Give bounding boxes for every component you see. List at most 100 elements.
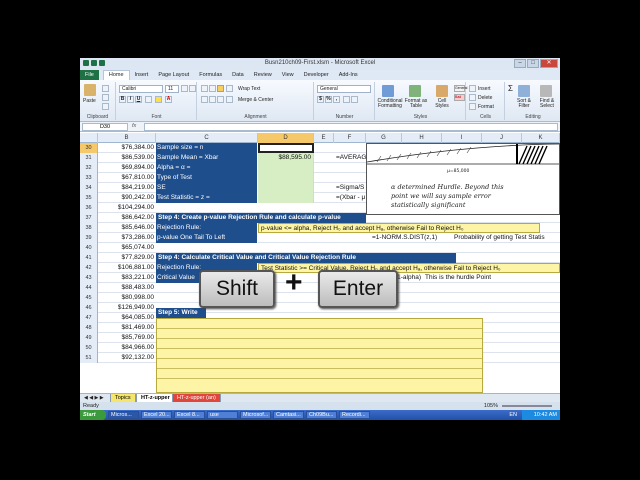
row-header[interactable]: 48	[80, 323, 98, 333]
data-value-cell[interactable]: $85,769.00	[98, 333, 156, 343]
worksheet-grid[interactable]: B C D E F G H I J K 30 $76,384.00 Sample…	[80, 133, 560, 393]
row-header[interactable]: 36	[80, 203, 98, 213]
label-cell[interactable]: Alpha = α =	[156, 163, 258, 173]
label-cell[interactable]: Sample Mean = Xbar	[156, 153, 258, 163]
row-header[interactable]: 37	[80, 213, 98, 223]
data-value-cell[interactable]: $92,132.00	[98, 353, 156, 363]
tab-developer[interactable]: Developer	[299, 72, 334, 78]
row-header[interactable]: 40	[80, 243, 98, 253]
data-value-cell[interactable]: $104,294.00	[98, 203, 156, 213]
formula-note[interactable]: =(Xbar - μ	[336, 193, 365, 203]
italic-icon[interactable]: I	[127, 96, 134, 103]
decrease-decimal-icon[interactable]	[351, 96, 358, 103]
tab-add-ins[interactable]: Add-Ins	[334, 72, 363, 78]
tab-file[interactable]: File	[80, 70, 99, 80]
format-button[interactable]: Format	[478, 104, 494, 110]
orientation-icon[interactable]	[226, 85, 233, 92]
label-cell[interactable]: Type of Test	[156, 173, 258, 183]
row-header[interactable]: 50	[80, 343, 98, 353]
data-value-cell[interactable]: $83,221.00	[98, 273, 156, 283]
row-header[interactable]: 32	[80, 163, 98, 173]
tab-formulas[interactable]: Formulas	[194, 72, 227, 78]
delete-button[interactable]: Delete	[478, 95, 492, 101]
merge-center-button[interactable]: Merge & Center	[238, 97, 273, 103]
find-select-icon[interactable]	[540, 85, 552, 97]
row-header[interactable]: 43	[80, 273, 98, 283]
fill-color-icon[interactable]	[155, 96, 162, 103]
row-header[interactable]: 46	[80, 303, 98, 313]
data-value-cell[interactable]: $76,384.00	[98, 143, 156, 153]
row-header[interactable]: 34	[80, 183, 98, 193]
align-top-icon[interactable]	[201, 85, 208, 92]
column-header-k[interactable]: K	[522, 133, 560, 143]
taskbar-button[interactable]: Ch09Bu...	[306, 411, 337, 419]
sample-mean-cell[interactable]: $88,595.00	[258, 153, 314, 163]
font-name-combo[interactable]: Calibri	[119, 85, 163, 93]
font-color-icon[interactable]: A	[165, 96, 172, 103]
tab-view[interactable]: View	[277, 72, 299, 78]
step5-header[interactable]: Step 5: Write	[156, 308, 206, 318]
autosum-icon[interactable]: Σ	[508, 84, 513, 93]
increase-decimal-icon[interactable]	[343, 96, 350, 103]
label-cell[interactable]: Test Statistic = z =	[156, 193, 258, 203]
se-cell[interactable]	[258, 183, 314, 193]
align-center-icon[interactable]	[209, 96, 216, 103]
column-header-d[interactable]: D	[258, 133, 314, 143]
tab-data[interactable]: Data	[227, 72, 249, 78]
step4-critical-value-header[interactable]: Step 4: Calculate Critical Value and Cri…	[156, 253, 456, 263]
indent-icon[interactable]	[226, 96, 233, 103]
pvalue-label[interactable]: p-value One Tail To Left	[156, 233, 258, 243]
data-value-cell[interactable]: $88,483.00	[98, 283, 156, 293]
data-value-cell[interactable]: $85,646.00	[98, 223, 156, 233]
pvalue-note[interactable]: Probability of getting Test Statis	[454, 233, 545, 243]
column-header-f[interactable]: F	[334, 133, 366, 143]
hand-drawn-normal-curve-image[interactable]: μ=85,000 α determined Hurdle. Beyond thi…	[366, 143, 560, 215]
row-header[interactable]: 33	[80, 173, 98, 183]
row-header[interactable]: 38	[80, 223, 98, 233]
row-header[interactable]: 41	[80, 253, 98, 263]
taskbar-button[interactable]: Recordi...	[339, 411, 370, 419]
pvalue-rejection-rule[interactable]: p-value <= alpha, Reject H₀ and accept H…	[258, 223, 540, 233]
data-value-cell[interactable]: $90,242.00	[98, 193, 156, 203]
column-header-j[interactable]: J	[482, 133, 522, 143]
column-header-i[interactable]: I	[442, 133, 482, 143]
step5-answer-box[interactable]	[156, 318, 483, 393]
formula-note[interactable]: =Sigma/S	[336, 183, 364, 193]
tab-review[interactable]: Review	[249, 72, 277, 78]
data-value-cell[interactable]: $77,829.00	[98, 253, 156, 263]
data-value-cell[interactable]: $126,949.00	[98, 303, 156, 313]
data-value-cell[interactable]: $81,469.00	[98, 323, 156, 333]
format-as-table-icon[interactable]	[409, 85, 421, 97]
bold-icon[interactable]: B	[119, 96, 126, 103]
language-indicator[interactable]: EN	[509, 410, 517, 420]
sort-filter-button[interactable]: Sort & Filter	[514, 99, 534, 109]
row-header[interactable]: 39	[80, 233, 98, 243]
formula-input[interactable]	[144, 123, 558, 131]
data-value-cell[interactable]: $65,074.00	[98, 243, 156, 253]
alpha-cell[interactable]	[258, 163, 314, 173]
taskbar-button[interactable]: Microsof...	[240, 411, 271, 419]
row-header[interactable]: 42	[80, 263, 98, 273]
find-select-button[interactable]: Find & Select	[536, 99, 558, 109]
align-left-icon[interactable]	[201, 96, 208, 103]
cell-styles-icon[interactable]	[436, 85, 448, 97]
data-value-cell[interactable]: $69,894.00	[98, 163, 156, 173]
close-button[interactable]: ✕	[540, 59, 558, 68]
data-value-cell[interactable]: $86,642.00	[98, 213, 156, 223]
grow-font-icon[interactable]	[181, 85, 188, 92]
row-header[interactable]: 31	[80, 153, 98, 163]
currency-icon[interactable]: $	[317, 96, 324, 103]
cell-styles-button[interactable]: Cell Styles	[431, 99, 453, 109]
taskbar-button[interactable]: Excel 20...	[141, 411, 172, 419]
data-value-cell[interactable]: $106,881.00	[98, 263, 156, 273]
column-header-h[interactable]: H	[402, 133, 442, 143]
data-value-cell[interactable]: $73,286.00	[98, 233, 156, 243]
start-button[interactable]: Start	[80, 410, 106, 420]
label-cell[interactable]: SE	[156, 183, 258, 193]
number-format-combo[interactable]: General	[317, 85, 371, 93]
paste-label[interactable]: Paste	[83, 98, 96, 104]
cut-icon[interactable]	[102, 85, 109, 92]
step4-pvalue-header[interactable]: Step 4: Create p-value Rejection Rule an…	[156, 213, 366, 223]
data-value-cell[interactable]: $64,085.00	[98, 313, 156, 323]
paste-icon[interactable]	[84, 84, 96, 96]
